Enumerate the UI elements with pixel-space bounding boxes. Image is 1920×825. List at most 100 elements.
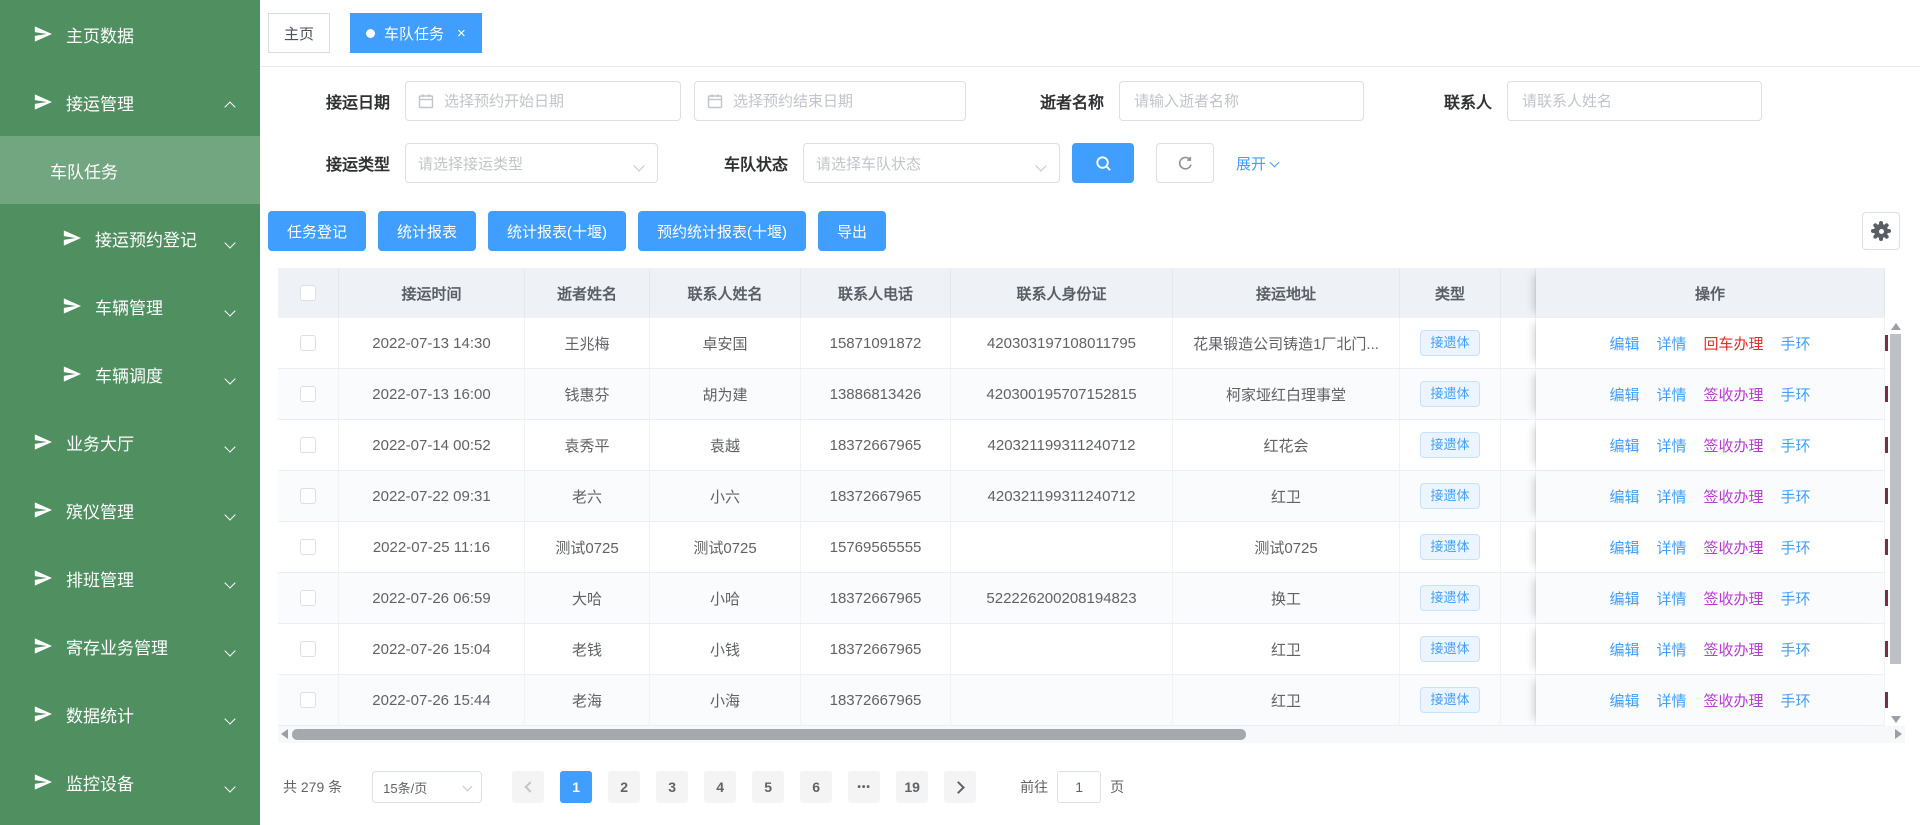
chevron-icon	[226, 300, 234, 320]
date-start-input[interactable]	[442, 92, 668, 111]
export-button[interactable]: 导出	[818, 211, 886, 251]
edit-link[interactable]: 编辑	[1609, 486, 1639, 507]
row-checkbox[interactable]	[300, 335, 316, 351]
sidebar-item[interactable]: 殡仪管理	[0, 476, 260, 544]
wristband-link[interactable]: 手环	[1781, 588, 1811, 609]
edit-link[interactable]: 编辑	[1609, 384, 1639, 405]
process-link[interactable]: 签收办理	[1704, 690, 1764, 711]
wristband-link[interactable]: 手环	[1781, 537, 1811, 558]
sidebar-item[interactable]: 监控设备	[0, 748, 260, 816]
vertical-scrollbar-thumb[interactable]	[1890, 334, 1901, 664]
scroll-up-arrow-icon[interactable]	[1891, 323, 1901, 330]
vertical-scrollbar[interactable]	[1888, 318, 1904, 726]
wristband-link[interactable]: 手环	[1781, 486, 1811, 507]
sidebar-item[interactable]: 排班管理	[0, 544, 260, 612]
process-link[interactable]: 签收办理	[1704, 537, 1764, 558]
expand-link[interactable]: 展开	[1236, 153, 1278, 174]
sidebar-item[interactable]: 车队任务	[0, 136, 260, 204]
sidebar-item[interactable]: 数据统计	[0, 680, 260, 748]
edit-link[interactable]: 编辑	[1609, 588, 1639, 609]
horizontal-scrollbar-thumb[interactable]	[292, 729, 1246, 740]
details-link[interactable]: 详情	[1656, 486, 1686, 507]
edit-link[interactable]: 编辑	[1609, 537, 1639, 558]
sidebar-item[interactable]: 车辆调度	[0, 340, 260, 408]
process-link[interactable]: 回车办理	[1704, 333, 1764, 354]
row-checkbox[interactable]	[300, 437, 316, 453]
row-checkbox[interactable]	[300, 539, 316, 555]
main-content: 主页 车队任务 × 接运日期 逝者名称	[260, 0, 1920, 803]
paper-plane-icon	[62, 228, 82, 248]
process-link[interactable]: 签收办理	[1704, 435, 1764, 456]
page-button-5[interactable]: 5	[752, 771, 784, 803]
horizontal-scrollbar[interactable]	[278, 726, 1905, 743]
page-button-19[interactable]: 19	[896, 771, 928, 803]
scroll-down-arrow-icon[interactable]	[1891, 716, 1901, 723]
tab-fleet-task[interactable]: 车队任务 ×	[350, 13, 482, 53]
contact-input[interactable]	[1520, 92, 1749, 111]
date-start-field[interactable]	[405, 81, 681, 121]
next-page-button[interactable]	[944, 771, 976, 803]
wristband-link[interactable]: 手环	[1781, 435, 1811, 456]
sidebar-item[interactable]: 主页数据	[0, 0, 260, 68]
details-link[interactable]: 详情	[1656, 384, 1686, 405]
contact-field[interactable]	[1507, 81, 1762, 121]
edit-link[interactable]: 编辑	[1609, 690, 1639, 711]
page-button-3[interactable]: 3	[656, 771, 688, 803]
date-end-input[interactable]	[731, 92, 953, 111]
page-button-2[interactable]: 2	[608, 771, 640, 803]
details-link[interactable]: 详情	[1656, 537, 1686, 558]
chevron-down-icon	[463, 781, 473, 791]
wristband-link[interactable]: 手环	[1781, 690, 1811, 711]
task-register-button[interactable]: 任务登记	[268, 211, 366, 251]
details-link[interactable]: 详情	[1656, 435, 1686, 456]
scroll-right-arrow-icon[interactable]	[1895, 729, 1902, 739]
details-link[interactable]: 详情	[1656, 690, 1686, 711]
tab-home[interactable]: 主页	[268, 13, 330, 53]
deceased-name-field[interactable]	[1119, 81, 1364, 121]
close-icon[interactable]: ×	[457, 26, 466, 41]
page-size-select[interactable]: 15条/页	[372, 771, 482, 803]
row-checkbox[interactable]	[300, 386, 316, 402]
sidebar-item[interactable]: 接运预约登记	[0, 204, 260, 272]
row-checkbox[interactable]	[300, 641, 316, 657]
page-button-•••[interactable]: •••	[848, 771, 880, 803]
row-checkbox[interactable]	[300, 590, 316, 606]
details-link[interactable]: 详情	[1656, 333, 1686, 354]
edit-link[interactable]: 编辑	[1609, 435, 1639, 456]
page-button-6[interactable]: 6	[800, 771, 832, 803]
pickup-type-select[interactable]: 请选择接运类型	[405, 143, 658, 183]
process-link[interactable]: 签收办理	[1704, 384, 1764, 405]
search-button[interactable]	[1072, 143, 1134, 183]
edit-link[interactable]: 编辑	[1609, 639, 1639, 660]
sidebar-item[interactable]: 接运管理	[0, 68, 260, 136]
process-link[interactable]: 签收办理	[1704, 588, 1764, 609]
booking-stats-report-shiyan-button[interactable]: 预约统计报表(十堰)	[638, 211, 806, 251]
sidebar-item[interactable]: 寄存业务管理	[0, 612, 260, 680]
wristband-link[interactable]: 手环	[1781, 384, 1811, 405]
goto-page-input[interactable]	[1057, 771, 1101, 803]
row-checkbox[interactable]	[300, 488, 316, 504]
refresh-button[interactable]	[1156, 143, 1214, 183]
wristband-link[interactable]: 手环	[1781, 333, 1811, 354]
date-end-field[interactable]	[694, 81, 966, 121]
sidebar-item[interactable]: 业务大厅	[0, 408, 260, 476]
scroll-left-arrow-icon[interactable]	[281, 729, 288, 739]
page-button-1[interactable]: 1	[560, 771, 592, 803]
cell-actions: 编辑 详情 签收办理 手环	[1536, 675, 1885, 725]
deceased-name-input[interactable]	[1132, 92, 1351, 111]
details-link[interactable]: 详情	[1656, 639, 1686, 660]
select-all-checkbox[interactable]	[300, 285, 316, 301]
stats-report-button[interactable]: 统计报表	[378, 211, 476, 251]
sidebar-item[interactable]: 车辆管理	[0, 272, 260, 340]
row-checkbox[interactable]	[300, 692, 316, 708]
prev-page-button[interactable]	[512, 771, 544, 803]
fleet-status-select[interactable]: 请选择车队状态	[803, 143, 1060, 183]
column-settings-button[interactable]	[1862, 212, 1900, 250]
process-link[interactable]: 签收办理	[1704, 639, 1764, 660]
wristband-link[interactable]: 手环	[1781, 639, 1811, 660]
details-link[interactable]: 详情	[1656, 588, 1686, 609]
process-link[interactable]: 签收办理	[1704, 486, 1764, 507]
stats-report-shiyan-button[interactable]: 统计报表(十堰)	[488, 211, 626, 251]
page-button-4[interactable]: 4	[704, 771, 736, 803]
edit-link[interactable]: 编辑	[1609, 333, 1639, 354]
